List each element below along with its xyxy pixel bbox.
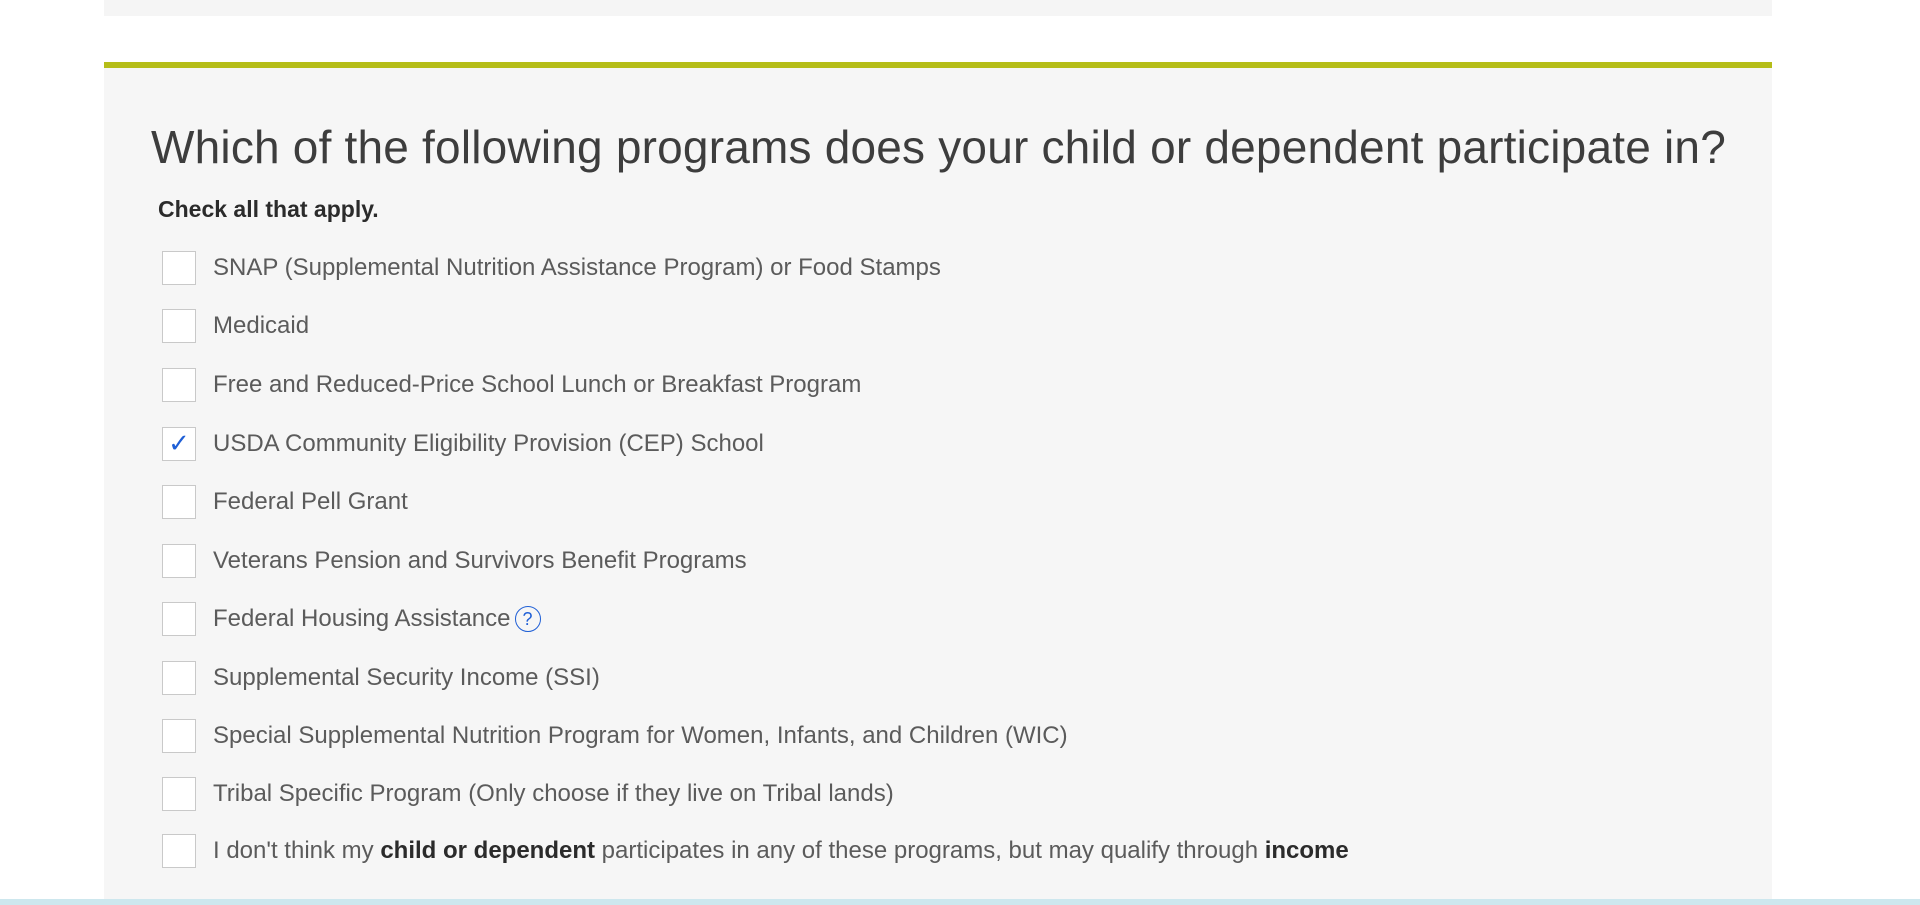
option-label[interactable]: USDA Community Eligibility Provision (CE… (213, 430, 764, 458)
checkbox[interactable]: ✓ (162, 777, 196, 811)
label-emphasis: income (1264, 837, 1349, 864)
checkbox[interactable]: ✓ (162, 485, 196, 519)
bottom-border (0, 899, 1920, 905)
checkbox[interactable]: ✓ (162, 544, 196, 578)
option-label[interactable]: Medicaid (213, 312, 309, 340)
option-cep-school[interactable]: ✓ USDA Community Eligibility Provision (… (162, 424, 764, 464)
option-veterans-pension[interactable]: ✓ Veterans Pension and Survivors Benefit… (162, 541, 747, 581)
option-school-lunch[interactable]: ✓ Free and Reduced-Price School Lunch or… (162, 365, 861, 405)
option-label[interactable]: Federal Pell Grant (213, 488, 408, 516)
question-hint: Check all that apply. (158, 196, 379, 222)
question-card: Which of the following programs does you… (104, 62, 1772, 905)
checkbox[interactable]: ✓ (162, 427, 196, 461)
option-label[interactable]: Federal Housing Assistance (213, 605, 511, 633)
question-title: Which of the following programs does you… (151, 121, 1726, 173)
checkbox[interactable]: ✓ (162, 309, 196, 343)
checkbox[interactable]: ✓ (162, 368, 196, 402)
checkbox[interactable]: ✓ (162, 834, 196, 868)
option-tribal-program[interactable]: ✓ Tribal Specific Program (Only choose i… (162, 774, 894, 814)
checkbox[interactable]: ✓ (162, 719, 196, 753)
checkbox[interactable]: ✓ (162, 602, 196, 636)
option-label[interactable]: I don't think my child or dependent part… (213, 837, 1349, 865)
option-snap[interactable]: ✓ SNAP (Supplemental Nutrition Assistanc… (162, 248, 941, 288)
option-pell-grant[interactable]: ✓ Federal Pell Grant (162, 482, 408, 522)
option-label[interactable]: Veterans Pension and Survivors Benefit P… (213, 547, 747, 575)
option-housing-assistance[interactable]: ✓ Federal Housing Assistance ? (162, 599, 541, 639)
option-label[interactable]: Free and Reduced-Price School Lunch or B… (213, 371, 861, 399)
option-medicaid[interactable]: ✓ Medicaid (162, 306, 309, 346)
checkbox[interactable]: ✓ (162, 251, 196, 285)
checkbox[interactable]: ✓ (162, 661, 196, 695)
option-wic[interactable]: ✓ Special Supplemental Nutrition Program… (162, 716, 1068, 756)
option-label[interactable]: Supplemental Security Income (SSI) (213, 664, 600, 692)
option-label[interactable]: Special Supplemental Nutrition Program f… (213, 722, 1068, 750)
option-none-income[interactable]: ✓ I don't think my child or dependent pa… (162, 831, 1349, 871)
checkmark-icon: ✓ (168, 429, 190, 459)
previous-card-panel (104, 0, 1772, 16)
label-text: I don't think my (213, 837, 381, 864)
option-label[interactable]: SNAP (Supplemental Nutrition Assistance … (213, 254, 941, 282)
option-label[interactable]: Tribal Specific Program (Only choose if … (213, 780, 894, 808)
question-circle-icon[interactable]: ? (514, 606, 541, 632)
option-ssi[interactable]: ✓ Supplemental Security Income (SSI) (162, 658, 600, 698)
label-text: participates in any of these programs, b… (595, 837, 1265, 864)
label-emphasis: child or dependent (380, 837, 596, 864)
